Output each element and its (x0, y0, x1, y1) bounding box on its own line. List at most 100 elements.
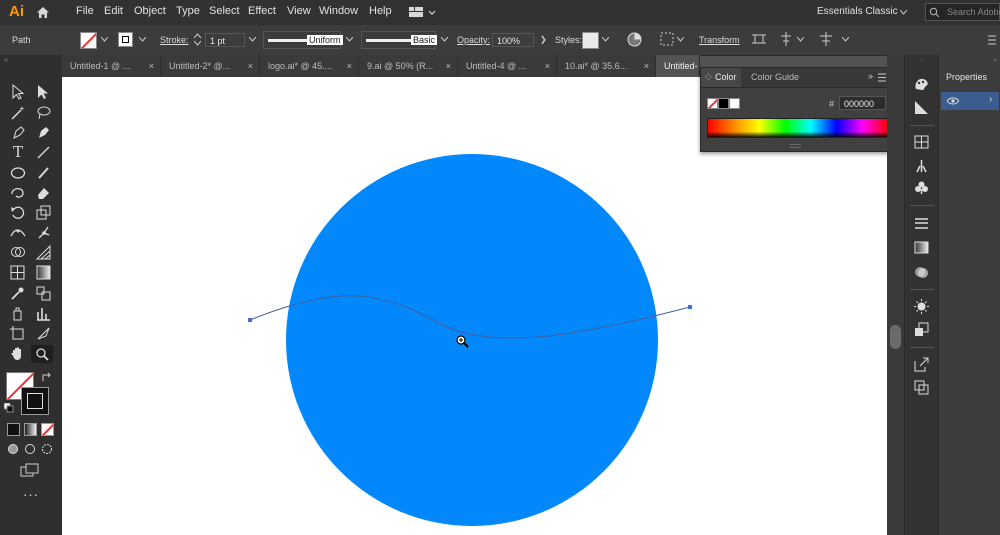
menu-help[interactable]: Help (369, 5, 392, 17)
perspective-grid-tool-icon[interactable] (36, 245, 51, 260)
menu-effect[interactable]: Effect (248, 5, 276, 17)
shape-builder-tool-icon[interactable] (10, 245, 26, 260)
none-swatch[interactable] (707, 98, 718, 109)
color-panel-icon[interactable] (914, 77, 930, 91)
paintbrush-tool-icon[interactable] (36, 165, 51, 180)
pathfinder-icon[interactable] (914, 380, 929, 395)
lasso-tool-icon[interactable] (36, 105, 51, 120)
panel-resize-grip[interactable] (789, 144, 801, 148)
brushes-icon[interactable] (914, 158, 929, 173)
none-mode-button[interactable] (41, 423, 54, 436)
stroke-indicator[interactable] (21, 387, 49, 415)
swatches-icon[interactable] (914, 135, 929, 149)
panel-menu-icon[interactable] (878, 73, 886, 82)
chevron-right-icon[interactable]: ❯ (540, 35, 547, 44)
arrange-documents-icon[interactable] (409, 7, 437, 18)
stepper-icon[interactable] (194, 33, 201, 46)
symbols-icon[interactable] (914, 180, 929, 195)
dock-grip[interactable]: ·· (905, 57, 939, 64)
menu-edit[interactable]: Edit (104, 5, 123, 17)
close-icon[interactable]: × (347, 55, 352, 77)
close-icon[interactable]: × (248, 55, 253, 77)
draw-normal-icon[interactable] (7, 443, 19, 455)
draw-inside-icon[interactable] (41, 443, 53, 455)
export-icon[interactable] (914, 357, 929, 372)
width-tool-icon[interactable] (10, 226, 26, 240)
tab-logo[interactable]: logo.ai* @ 45.... × (260, 55, 359, 77)
brush-definition[interactable]: Basic (361, 31, 438, 49)
type-tool-icon[interactable]: T (9, 143, 27, 161)
chevron-down-icon[interactable] (101, 37, 108, 42)
draw-behind-icon[interactable] (24, 443, 36, 455)
align-icon[interactable] (660, 32, 674, 46)
isolate-icon[interactable] (752, 32, 766, 46)
home-icon[interactable] (36, 6, 50, 19)
tab-untitled-active[interactable]: Untitled- (656, 55, 700, 77)
panel-menu-icon[interactable] (988, 35, 996, 45)
color-guide-icon[interactable] (914, 100, 929, 115)
hand-tool-icon[interactable] (10, 346, 25, 361)
appearance-icon[interactable] (914, 299, 929, 314)
properties-layer-row[interactable]: › (941, 92, 999, 110)
blend-tool-icon[interactable] (36, 286, 51, 301)
tab-untitled-2[interactable]: Untitled-2* @... × (161, 55, 260, 77)
selection-tool-icon[interactable] (11, 84, 25, 100)
tab-10[interactable]: 10.ai* @ 35.6... × (557, 55, 656, 77)
search-box[interactable]: Search Adobe (925, 3, 1000, 21)
ellipse-tool-icon[interactable] (10, 166, 26, 180)
rotate-tool-icon[interactable] (10, 205, 26, 220)
transform-link[interactable]: Transform (699, 35, 740, 45)
close-icon[interactable]: × (644, 55, 649, 77)
transparency-icon[interactable] (914, 265, 929, 280)
tab-untitled-1[interactable]: Untitled-1 @ ... × (62, 55, 161, 77)
tab-color[interactable]: ◇ Color (701, 68, 741, 87)
fill-swatch[interactable] (80, 32, 97, 49)
chevron-down-icon[interactable] (346, 37, 353, 42)
eyedropper-tool-icon[interactable] (10, 286, 25, 301)
stroke-label[interactable]: Stroke: (160, 35, 189, 45)
menu-view[interactable]: View (287, 5, 311, 17)
chevron-down-icon[interactable] (677, 37, 684, 42)
column-graph-tool-icon[interactable] (36, 306, 51, 321)
puppet-warp-tool-icon[interactable] (36, 225, 51, 240)
tab-untitled-4[interactable]: Untitled-4 @ ... × (458, 55, 557, 77)
opacity-label[interactable]: Opacity: (457, 35, 490, 45)
toolbar-collapse-grip[interactable]: « (4, 57, 58, 64)
magic-wand-tool-icon[interactable] (11, 105, 26, 120)
opacity-field[interactable]: 100% (492, 33, 534, 47)
tab-color-guide[interactable]: Color Guide (751, 72, 799, 82)
stroke-swatch[interactable] (118, 32, 133, 47)
variable-width-profile[interactable]: Uniform (263, 31, 343, 49)
close-icon[interactable]: × (446, 55, 451, 77)
anchor-point-left[interactable] (248, 318, 252, 322)
vertical-scrollbar[interactable] (887, 55, 904, 535)
gradient-tool-icon[interactable] (36, 265, 51, 280)
zoom-tool-button[interactable] (31, 345, 53, 363)
black-swatch[interactable] (718, 98, 729, 109)
menu-file[interactable]: File (76, 5, 94, 17)
slice-tool-icon[interactable] (36, 326, 51, 341)
menu-type[interactable]: Type (176, 5, 200, 17)
artboard-tool-icon[interactable] (10, 326, 25, 341)
properties-grip[interactable]: » (939, 57, 1000, 64)
eraser-tool-icon[interactable] (36, 185, 51, 200)
gradient-panel-icon[interactable] (914, 241, 929, 254)
close-icon[interactable]: × (545, 55, 550, 77)
white-swatch[interactable] (729, 98, 740, 109)
chevron-down-icon[interactable] (139, 37, 146, 42)
blue-circle[interactable] (286, 154, 658, 526)
anchor-point-right[interactable] (688, 305, 692, 309)
color-mode-button[interactable] (7, 423, 20, 436)
menu-object[interactable]: Object (134, 5, 166, 17)
direct-selection-tool-icon[interactable] (36, 84, 50, 100)
chevron-down-icon[interactable] (842, 37, 849, 42)
eye-icon[interactable] (947, 97, 959, 105)
properties-title[interactable]: Properties (946, 72, 987, 82)
chevron-down-icon[interactable] (602, 37, 609, 42)
workspace-switcher[interactable]: Essentials Classic (817, 6, 898, 17)
edit-toolbar-icon[interactable]: ··· (23, 487, 39, 502)
line-segment-tool-icon[interactable] (36, 145, 51, 160)
recolor-artwork-icon[interactable] (627, 32, 642, 47)
menu-window[interactable]: Window (319, 5, 358, 17)
menu-select[interactable]: Select (209, 5, 240, 17)
